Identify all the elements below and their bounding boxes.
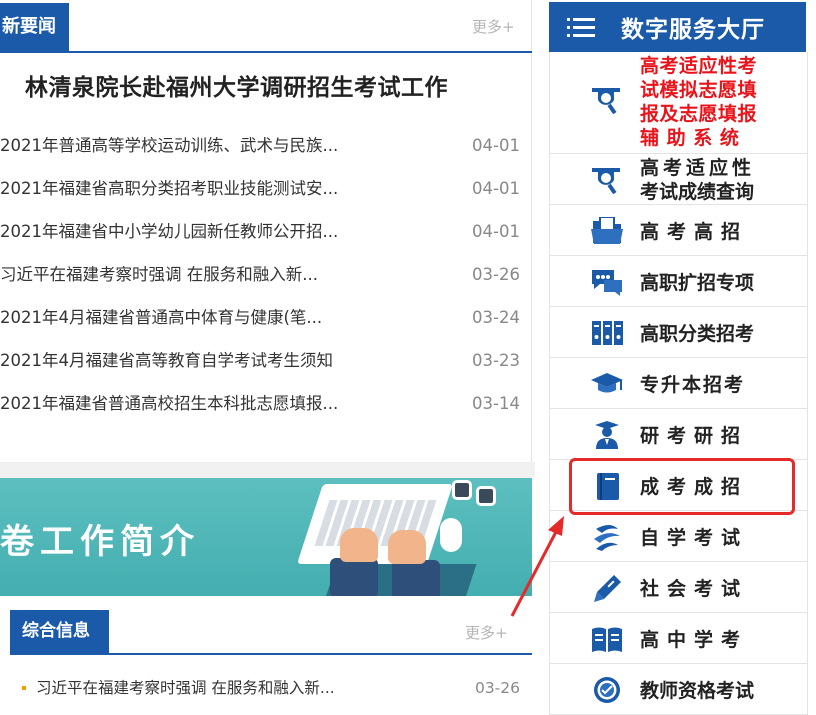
hand-illustration [388, 530, 426, 564]
binders-icon [592, 321, 623, 345]
news-item-title: 2021年福建省中小学幼儿园新任教师公开招... [0, 222, 339, 241]
arrow-icon [510, 516, 564, 617]
news-item[interactable]: 习近平在福建考察时强调 在服务和融入新... 03-26 [0, 253, 522, 296]
news-item-title: 2021年4月福建省高等教育自学考试考生须知 [0, 351, 333, 370]
hall-item-label: 研考研招 [640, 425, 749, 447]
hall-item-self-study[interactable]: 自学考试 [550, 511, 807, 562]
service-hall-list: 高考适应性考 试模拟志愿填 报及志愿填报 辅 助 系 统 高考适应性 考试成绩查… [549, 52, 808, 715]
hall-item-vocational-expansion[interactable]: 高职扩招专项 [550, 256, 807, 307]
magnifier-icon [592, 168, 620, 194]
news-tab[interactable]: 新要闻 [0, 3, 69, 51]
hall-item-upgrade-exam[interactable]: 专升本招考 [550, 358, 807, 409]
swirl-icon [594, 525, 620, 551]
hall-item-label: 高中学考 [640, 629, 749, 651]
news-item[interactable]: 2021年4月福建省高等教育自学考试考生须知 03-23 [0, 339, 522, 382]
news-item[interactable]: 2021年福建省中小学幼儿园新任教师公开招... 04-01 [0, 210, 522, 253]
hall-item-gaokao[interactable]: 高考高招 [550, 205, 807, 256]
news-item-title: 习近平在福建考察时强调 在服务和融入新... [0, 265, 318, 284]
news-item-date: 03-24 [472, 308, 520, 327]
info-more-link[interactable]: 更多+ [465, 622, 508, 643]
hall-item-score-query[interactable]: 高考适应性 考试成绩查询 [550, 154, 807, 205]
hall-item-label: 教师资格考试 [640, 680, 755, 702]
graduate-icon [595, 421, 619, 449]
service-hall-header: 数字服务大厅 [549, 2, 806, 52]
news-item-title: 2021年4月福建省普通高中体育与健康(笔... [0, 308, 323, 327]
glasses-illustration [452, 480, 472, 500]
hall-item-label: 自学考试 [640, 527, 749, 549]
open-book-icon [592, 627, 622, 652]
news-item-date: 03-23 [472, 351, 520, 370]
hall-item-postgraduate[interactable]: 研考研招 [550, 409, 807, 460]
info-tab[interactable]: 综合信息 [10, 610, 109, 653]
pen-icon [594, 575, 621, 602]
news-more-link[interactable]: 更多+ [472, 16, 515, 37]
hall-item-teacher-cert[interactable]: 教师资格考试 [550, 664, 807, 715]
sleeve-illustration [330, 558, 378, 596]
news-item-date: 03-14 [472, 394, 520, 413]
seal-icon [594, 677, 620, 703]
folder-icon [591, 217, 623, 244]
hall-item-label: 高职扩招专项 [640, 272, 755, 294]
sleeve-illustration [392, 560, 440, 596]
menu-icon[interactable] [567, 18, 595, 38]
news-item[interactable]: 2021年普通高等学校运动训练、武术与民族... 04-01 [0, 124, 522, 167]
hall-item-label: 高考适应性 考试成绩查询 [640, 157, 756, 203]
banner-text: 卷工作简介 [0, 522, 200, 562]
news-list: 2021年普通高等学校运动训练、武术与民族... 04-01 2021年福建省高职… [0, 124, 522, 425]
info-item-title: 习近平在福建考察时强调 在服务和融入新... [36, 679, 335, 697]
hall-item-adult-exam[interactable]: 成考成招 [550, 460, 807, 511]
news-item[interactable]: 2021年福建省普通高校招生本科批志愿填报... 03-14 [0, 382, 522, 425]
hall-item-label: 成考成招 [640, 476, 749, 498]
hand-illustration [340, 528, 378, 562]
hall-item-label: 社会考试 [640, 578, 749, 600]
mouse-illustration [440, 518, 462, 552]
hall-item-label: 高考高招 [640, 221, 749, 243]
service-hall-title: 数字服务大厅 [621, 17, 765, 43]
info-panel: 综合信息 更多+ 习近平在福建考察时强调 在服务和融入新... 03-26 [10, 610, 532, 715]
hall-item-high-school-exam[interactable]: 高中学考 [550, 613, 807, 664]
chat-icon [592, 270, 622, 296]
graduation-cap-icon [591, 373, 623, 393]
hall-item-label: 专升本招考 [640, 374, 746, 396]
hall-item-simulation-system[interactable]: 高考适应性考 试模拟志愿填 报及志愿填报 辅 助 系 统 [550, 52, 807, 154]
news-item-title: 2021年福建省高职分类招考职业技能测试安... [0, 179, 339, 198]
bullet-icon [22, 686, 26, 690]
hall-item-label: 高职分类招考 [640, 323, 755, 345]
magnifier-icon [592, 88, 620, 114]
news-item[interactable]: 2021年福建省高职分类招考职业技能测试安... 04-01 [0, 167, 522, 210]
info-item[interactable]: 习近平在福建考察时强调 在服务和融入新... 03-26 [22, 676, 520, 700]
book-icon [597, 473, 619, 500]
news-item[interactable]: 2021年4月福建省普通高中体育与健康(笔... 03-24 [0, 296, 522, 339]
info-item-date: 03-26 [474, 679, 520, 697]
section-gap [0, 462, 535, 478]
news-item-title: 2021年福建省普通高校招生本科批志愿填报... [0, 394, 339, 413]
glasses-illustration [476, 486, 496, 506]
hall-item-vocational-classified[interactable]: 高职分类招考 [550, 307, 807, 358]
news-item-date: 03-26 [472, 265, 520, 284]
news-item-date: 04-01 [472, 179, 520, 198]
banner[interactable]: 卷工作简介 [0, 478, 532, 596]
news-item-title: 2021年普通高等学校运动训练、武术与民族... [0, 136, 339, 155]
info-divider [10, 653, 532, 655]
news-panel: 新要闻 更多+ 林清泉院长赴福州大学调研招生考试工作 2021年普通高等学校运动… [0, 0, 532, 462]
hall-item-social-exam[interactable]: 社会考试 [550, 562, 807, 613]
hall-item-label: 高考适应性考 试模拟志愿填 报及志愿填报 辅 助 系 统 [640, 55, 758, 149]
news-divider [0, 51, 532, 53]
headline-link[interactable]: 林清泉院长赴福州大学调研招生考试工作 [25, 68, 448, 102]
news-item-date: 04-01 [472, 136, 520, 155]
news-item-date: 04-01 [472, 222, 520, 241]
